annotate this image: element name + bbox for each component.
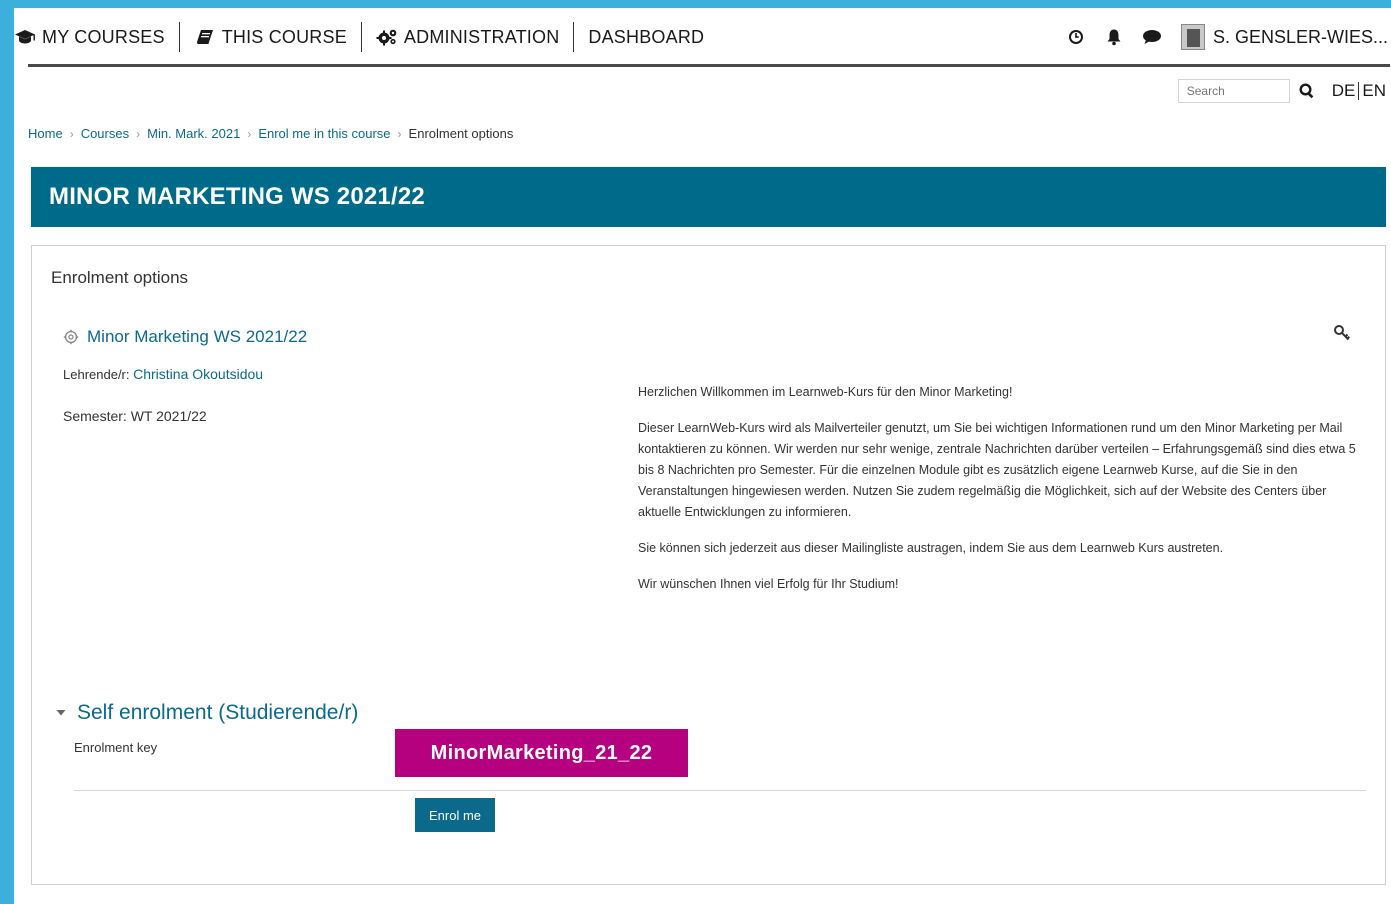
lang-en[interactable]: EN: [1362, 81, 1386, 101]
menu-administration-label: ADMINISTRATION: [403, 26, 560, 47]
semester-info: Semester: WT 2021/22: [63, 408, 207, 424]
nav-divider: [28, 64, 1390, 67]
search-bar: DE EN: [1177, 79, 1386, 103]
search-icon[interactable]: [1294, 79, 1320, 103]
clock-icon[interactable]: [1065, 26, 1087, 48]
user-name: S. GENSLER-WIES...: [1212, 26, 1388, 47]
language-switcher: DE EN: [1332, 81, 1386, 101]
course-link[interactable]: Minor Marketing WS 2021/22: [63, 327, 307, 347]
course-header-banner: MINOR MARKETING WS 2021/22: [31, 167, 1386, 227]
menu-my-courses-label: MY COURSES: [42, 26, 165, 47]
key-icon: [1333, 324, 1351, 342]
chevron-right-icon: ›: [247, 126, 252, 141]
teacher-label: Lehrende/r:: [63, 367, 130, 382]
graduation-cap-icon: [14, 28, 36, 46]
main-menu: MY COURSES THIS COURSE ADMINISTRATION DA…: [14, 22, 718, 52]
course-name-label: Minor Marketing WS 2021/22: [87, 327, 308, 346]
bell-icon[interactable]: [1103, 26, 1125, 48]
section-title: Enrolment options: [51, 268, 189, 287]
cogs-icon: [376, 28, 398, 46]
enrolment-options-panel: Enrolment options Minor Marketing WS 202…: [31, 245, 1386, 885]
chevron-right-icon: ›: [397, 126, 402, 141]
enrolment-key-field[interactable]: MinorMarketing_21_22: [395, 729, 688, 777]
form-divider: [74, 790, 1366, 791]
top-navigation: MY COURSES THIS COURSE ADMINISTRATION DA…: [14, 14, 1388, 60]
self-enrolment-toggle[interactable]: Self enrolment (Studierende/r): [54, 701, 358, 725]
breadcrumb: Home › Courses › Min. Mark. 2021 › Enrol…: [28, 126, 513, 141]
enrol-me-button[interactable]: Enrol me: [415, 798, 495, 832]
search-input[interactable]: [1177, 79, 1290, 103]
enrolment-key-label: Enrolment key: [74, 740, 158, 755]
user-menu[interactable]: S. GENSLER-WIES...: [1180, 24, 1388, 50]
chat-icon[interactable]: [1141, 26, 1163, 48]
book-icon: [194, 28, 216, 46]
breadcrumb-enrol[interactable]: Enrol me in this course: [258, 126, 390, 141]
course-icon: [63, 329, 79, 345]
summary-paragraph: Sie können sich jederzeit aus dieser Mai…: [638, 541, 1224, 555]
chevron-right-icon: ›: [69, 126, 74, 141]
self-enrolment-title: Self enrolment (Studierende/r): [77, 701, 359, 724]
summary-paragraph: Herzlichen Willkommen im Learnweb-Kurs f…: [638, 385, 1013, 399]
course-summary: Herzlichen Willkommen im Learnweb-Kurs f…: [638, 382, 1358, 610]
breadcrumb-home[interactable]: Home: [28, 126, 63, 141]
lang-de[interactable]: DE: [1332, 81, 1356, 101]
menu-dashboard[interactable]: DASHBOARD: [574, 22, 718, 52]
window-frame-left: [0, 0, 14, 904]
avatar: [1180, 24, 1205, 50]
window-frame-top: [0, 0, 1391, 8]
user-toolbar: S. GENSLER-WIES...: [1049, 14, 1388, 60]
menu-my-courses[interactable]: MY COURSES: [14, 22, 180, 52]
teacher-link[interactable]: Christina Okoutsidou: [133, 366, 263, 382]
chevron-right-icon: ›: [136, 126, 141, 141]
summary-paragraph: Dieser LearnWeb-Kurs wird als Mailvertei…: [638, 421, 1356, 519]
menu-dashboard-label: DASHBOARD: [588, 26, 705, 47]
lang-separator: [1358, 82, 1360, 100]
breadcrumb-current: Enrolment options: [408, 126, 514, 141]
breadcrumb-course-short[interactable]: Min. Mark. 2021: [147, 126, 240, 141]
menu-this-course[interactable]: THIS COURSE: [180, 22, 362, 52]
summary-paragraph: Wir wünschen Ihnen viel Erfolg für Ihr S…: [638, 577, 899, 591]
caret-down-icon: [54, 706, 68, 720]
teacher-info: Lehrende/r: Christina Okoutsidou: [63, 366, 263, 382]
page-title: MINOR MARKETING WS 2021/22: [49, 183, 425, 210]
menu-administration[interactable]: ADMINISTRATION: [362, 22, 575, 52]
breadcrumb-courses[interactable]: Courses: [81, 126, 129, 141]
menu-this-course-label: THIS COURSE: [221, 26, 347, 47]
